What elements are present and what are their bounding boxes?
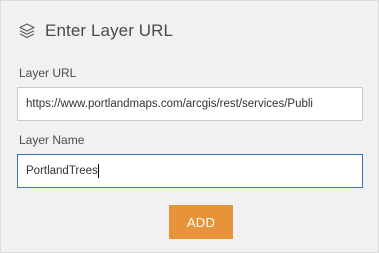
add-layer-panel: Enter Layer URL Layer URL https://www.po… <box>0 0 379 253</box>
layer-url-value: https://www.portlandmaps.com/arcgis/rest… <box>26 98 313 110</box>
layer-name-label: Layer Name <box>19 133 85 147</box>
text-cursor <box>97 164 99 178</box>
panel-title: Enter Layer URL <box>45 21 174 40</box>
layer-url-label: Layer URL <box>19 66 77 80</box>
layer-url-input[interactable]: https://www.portlandmaps.com/arcgis/rest… <box>17 87 363 121</box>
layer-name-value: PortlandTrees <box>26 165 98 177</box>
layers-icon <box>18 22 36 40</box>
panel-header: Enter Layer URL <box>18 19 173 43</box>
layer-name-input[interactable]: PortlandTrees <box>17 154 363 188</box>
add-button[interactable]: ADD <box>169 205 233 239</box>
